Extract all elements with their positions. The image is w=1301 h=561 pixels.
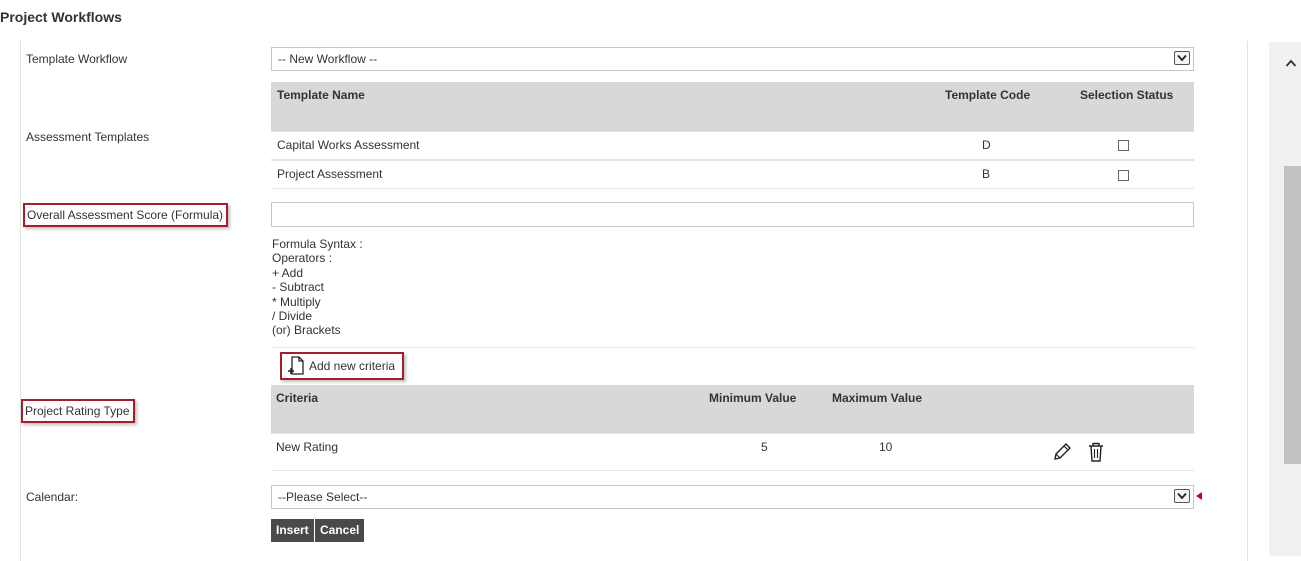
table-row: Project Assessment B: [271, 160, 1194, 189]
calendar-select[interactable]: --Please Select--: [271, 485, 1194, 509]
template-workflow-select[interactable]: -- New Workflow --: [271, 47, 1194, 71]
chevron-down-icon[interactable]: [1174, 489, 1190, 503]
column-minimum-value[interactable]: Minimum Value: [709, 391, 796, 405]
column-selection-status[interactable]: Selection Status: [1080, 88, 1173, 102]
cancel-button[interactable]: Cancel: [315, 519, 365, 542]
template-name-cell: Capital Works Assessment: [277, 138, 420, 152]
template-workflow-label: Template Workflow: [26, 52, 128, 66]
trash-icon[interactable]: [1087, 441, 1105, 463]
pencil-icon[interactable]: [1052, 442, 1072, 462]
syntax-line: - Subtract: [272, 280, 325, 295]
assessment-templates-label: Assessment Templates: [26, 130, 150, 144]
syntax-line: * Multiply: [272, 294, 321, 309]
template-workflow-value: -- New Workflow --: [278, 52, 378, 66]
selection-checkbox[interactable]: [1118, 140, 1129, 151]
scrollbar-thumb[interactable]: [1284, 166, 1301, 464]
table-row: New Rating 5 10: [271, 433, 1194, 471]
overall-score-input[interactable]: [271, 202, 1194, 227]
template-code-cell: D: [982, 138, 991, 152]
calendar-value: --Please Select--: [278, 490, 368, 504]
syntax-line: Operators :: [272, 251, 333, 266]
new-document-icon: [288, 356, 304, 375]
table-row: Capital Works Assessment D: [271, 131, 1194, 160]
rating-criteria-header: Criteria Minimum Value Maximum Value: [271, 385, 1194, 433]
column-maximum-value[interactable]: Maximum Value: [832, 391, 922, 405]
template-name-cell: Project Assessment: [277, 167, 383, 181]
syntax-line: + Add: [272, 265, 304, 280]
page-title: Project Workflows: [0, 9, 122, 25]
add-new-criteria-button[interactable]: Add new criteria: [280, 352, 405, 380]
column-criteria[interactable]: Criteria: [276, 391, 318, 405]
chevron-up-icon[interactable]: [1285, 58, 1297, 68]
criteria-toolbar: [271, 347, 1194, 386]
template-code-cell: B: [982, 167, 991, 181]
add-new-criteria-label: Add new criteria: [309, 359, 396, 373]
column-template-code[interactable]: Template Code: [945, 88, 1030, 102]
minimum-value-cell: 5: [761, 440, 768, 454]
insert-button[interactable]: Insert: [271, 519, 314, 542]
syntax-line: (or) Brackets: [272, 323, 341, 338]
syntax-line: / Divide: [272, 309, 313, 324]
assessment-templates-header: Template Name Template Code Selection St…: [271, 82, 1194, 131]
selection-checkbox[interactable]: [1118, 170, 1129, 181]
chevron-down-icon[interactable]: [1174, 51, 1190, 65]
required-indicator: [1196, 492, 1202, 500]
syntax-line: Formula Syntax :: [272, 237, 363, 251]
overall-score-label: Overall Assessment Score (Formula): [23, 203, 229, 227]
criteria-cell: New Rating: [276, 440, 339, 454]
calendar-label: Calendar:: [26, 490, 79, 504]
formula-syntax-help: Formula Syntax : Operators : + Add - Sub…: [272, 237, 363, 338]
project-rating-type-label: Project Rating Type: [21, 399, 135, 423]
maximum-value-cell: 10: [879, 440, 893, 454]
column-template-name[interactable]: Template Name: [277, 88, 365, 102]
